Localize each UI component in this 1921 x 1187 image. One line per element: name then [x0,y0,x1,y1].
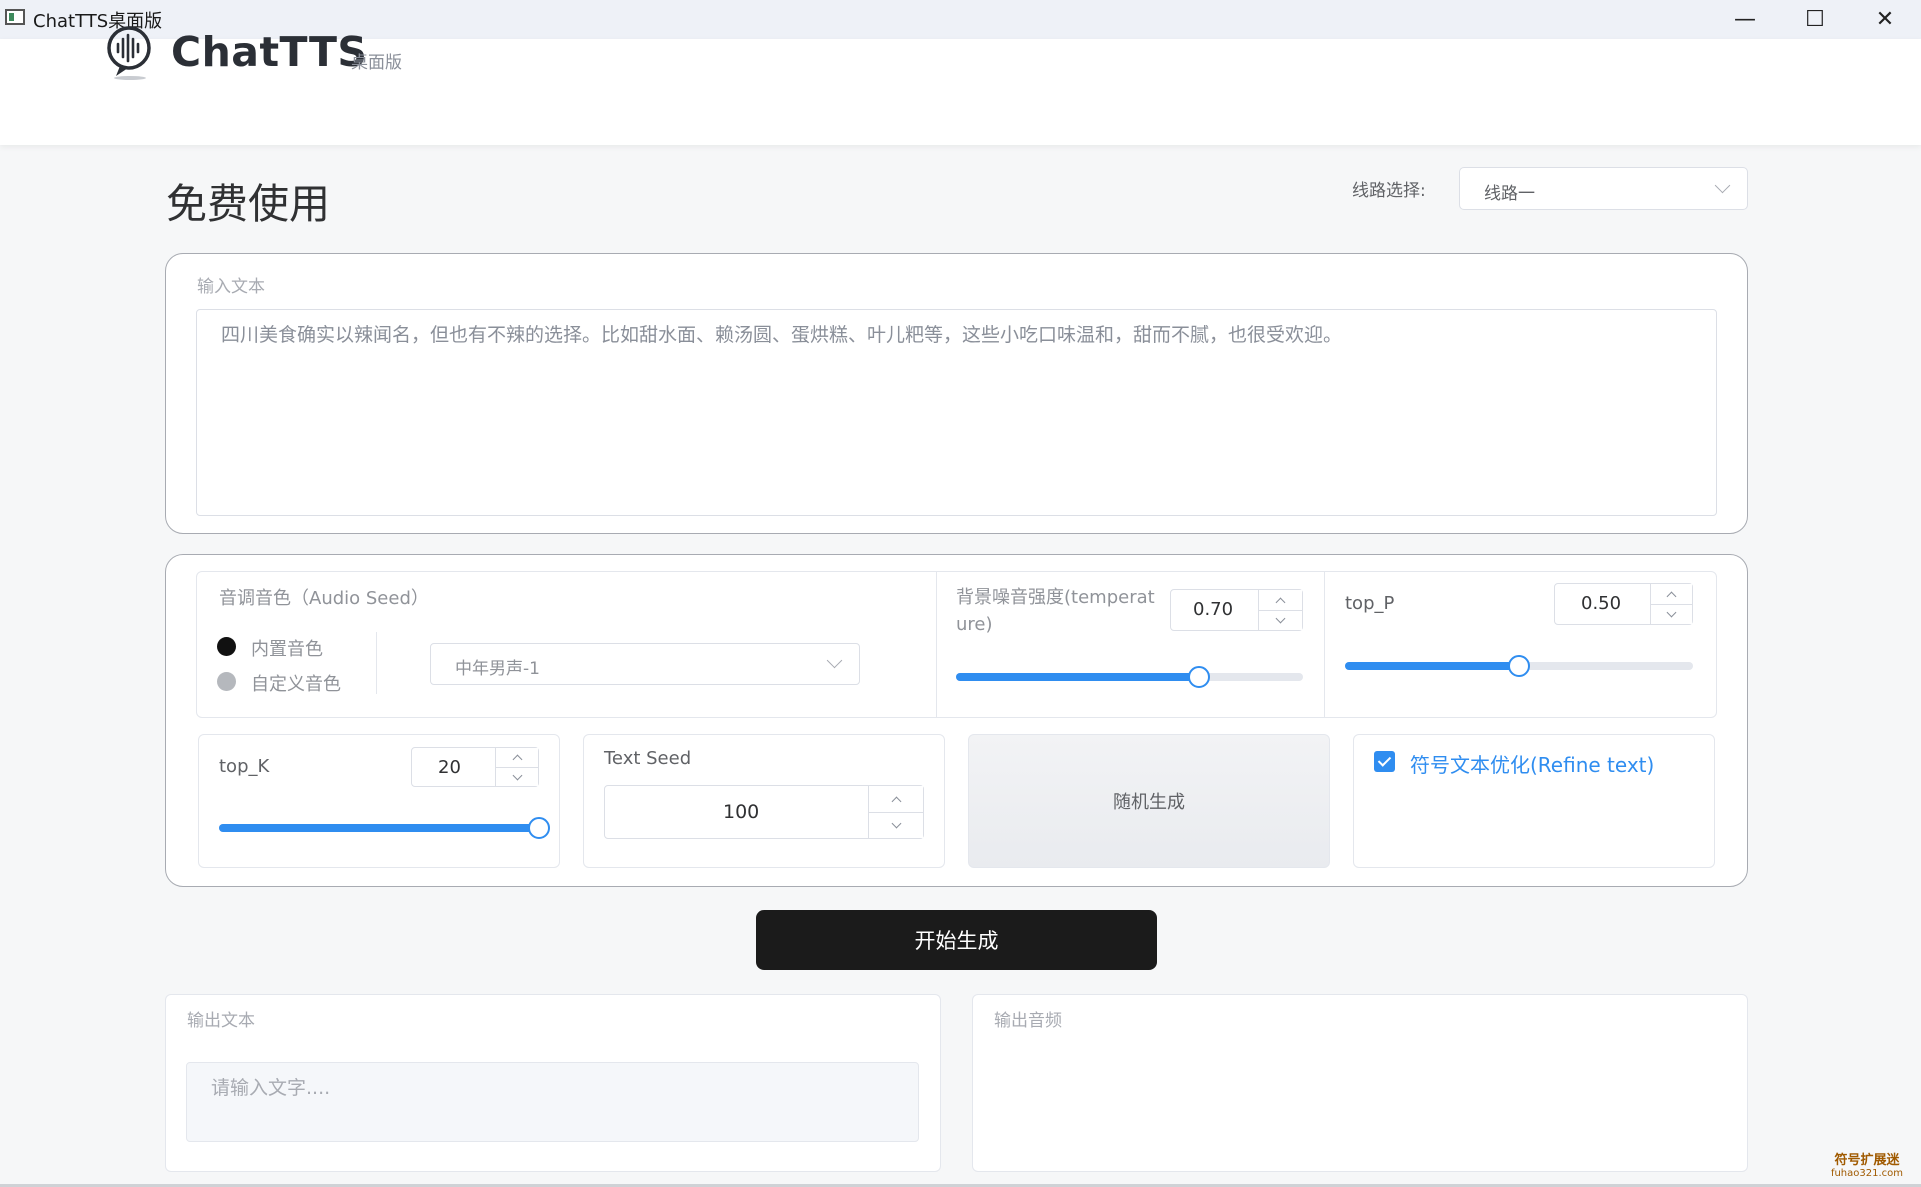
divider [1324,572,1325,717]
close-icon: ✕ [1875,7,1895,32]
increment-button[interactable] [496,748,538,767]
watermark-url: fuhao321.com [1830,1168,1904,1179]
minimize-icon: — [1734,7,1756,32]
increment-button[interactable] [1651,584,1692,604]
route-select[interactable]: 线路一 [1459,167,1748,210]
chevron-up-icon [891,796,901,806]
top-p-slider[interactable] [1345,655,1693,677]
random-generate-button[interactable]: 随机生成 [968,734,1330,868]
top-k-value: 20 [438,757,461,778]
decrement-button[interactable] [869,812,923,838]
maximize-button[interactable]: ☐ [1780,0,1850,39]
input-textarea[interactable]: 四川美食确实以辣闻名，但也有不辣的选择。比如甜水面、赖汤圆、蛋烘糕、叶儿粑等，这… [196,309,1717,516]
slider-thumb[interactable] [1187,666,1210,688]
radio-custom-label: 自定义音色 [251,674,341,695]
text-seed-value: 100 [723,801,760,823]
refine-text-label[interactable]: 符号文本优化(Refine text) [1410,749,1654,778]
decrement-button[interactable] [1259,610,1302,630]
chevron-down-icon [826,652,843,669]
output-audio-label: 输出音频 [994,1011,1062,1031]
output-audio-card [972,994,1748,1172]
radio-divider [376,632,377,694]
route-select-value: 线路一 [1484,184,1535,204]
decrement-button[interactable] [1651,604,1692,624]
radio-builtin-label: 内置音色 [251,639,323,660]
route-label: 线路选择: [1352,181,1426,201]
divider [936,572,937,717]
slider-thumb[interactable] [528,817,550,839]
brand-subtitle: 桌面版 [351,53,402,73]
voice-select-value: 中年男声-1 [455,659,540,679]
radio-builtin-voice[interactable] [217,637,236,656]
top-k-slider[interactable] [219,817,550,839]
top-p-label: top_P [1345,593,1395,614]
app-icon [5,9,25,25]
temperature-label: 背景噪音强度(temperature) [956,587,1155,635]
slider-fill [1345,662,1519,670]
chevron-up-icon [1666,591,1677,601]
output-text-label: 输出文本 [187,1011,255,1031]
slider-thumb[interactable] [1508,655,1530,677]
temperature-value: 0.70 [1193,599,1234,620]
chevron-down-icon [1714,177,1731,194]
watermark: 符号扩展迷 fuhao321.com [1822,1149,1912,1179]
text-seed-label: Text Seed [604,748,692,769]
temperature-slider[interactable] [956,666,1303,688]
chevron-down-icon [891,818,901,829]
slider-fill [956,673,1199,681]
top-p-value: 0.50 [1581,593,1622,614]
output-text-field[interactable]: 请输入文字.... [186,1062,919,1142]
increment-button[interactable] [869,786,923,812]
chevron-down-icon [512,770,522,780]
chevron-down-icon [1275,613,1286,624]
close-button[interactable]: ✕ [1850,0,1920,39]
maximize-icon: ☐ [1805,7,1825,32]
brand-name: ChatTTS [171,28,368,76]
slider-fill [219,824,539,832]
voice-select[interactable]: 中年男声-1 [430,643,860,685]
audio-seed-label: 音调音色（Audio Seed） [219,588,429,609]
radio-custom-voice[interactable] [217,672,236,691]
top-k-label: top_K [219,756,270,777]
watermark-text: 符号扩展迷 [1834,1153,1900,1168]
chevron-up-icon [1275,597,1286,607]
temperature-input[interactable]: 0.70 [1170,589,1303,631]
page-title: 免费使用 [166,180,330,228]
chevron-up-icon [512,754,522,765]
refine-text-checkbox[interactable] [1374,751,1395,772]
top-k-input[interactable]: 20 [411,747,539,787]
input-text-label: 输入文本 [197,277,265,297]
chevron-down-icon [1666,607,1677,618]
minimize-button[interactable]: — [1710,0,1780,39]
chattts-logo-icon [107,26,151,80]
top-p-input[interactable]: 0.50 [1554,583,1693,625]
decrement-button[interactable] [496,767,538,786]
start-generate-button[interactable]: 开始生成 [756,910,1157,970]
increment-button[interactable] [1259,590,1302,610]
text-seed-input[interactable]: 100 [604,785,924,839]
